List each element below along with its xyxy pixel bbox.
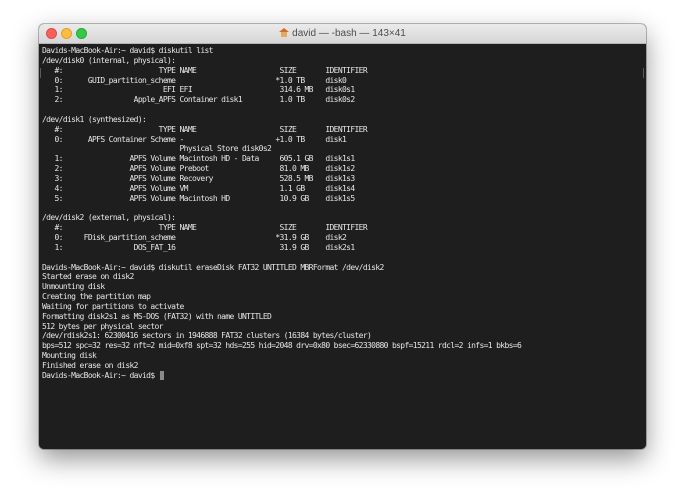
terminal-line: 0: GUID_partition_scheme *1.0 TB disk0 <box>42 75 347 85</box>
terminal-line: 0: FDisk_partition_scheme *31.9 GB disk2 <box>42 233 347 243</box>
terminal-line: 1: DOS_FAT_16 31.9 GB disk2s1 <box>42 242 355 252</box>
terminal-line: 4: APFS Volume VM 1.1 GB disk1s4 <box>42 183 355 193</box>
shell-prompt: Davids-MacBook-Air:~ david$ <box>42 370 159 380</box>
terminal-line: Davids-MacBook-Air:~ david$ diskutil era… <box>42 262 384 272</box>
house-icon <box>279 28 290 37</box>
window-title: david — -bash — 143×41 <box>292 28 406 39</box>
terminal-line: Finished erase on disk2 <box>42 361 138 370</box>
terminal-line: Physical Store disk0s2 <box>42 144 272 154</box>
terminal-line: /dev/disk0 (internal, physical): <box>42 55 176 65</box>
terminal-line: Started erase on disk2 <box>42 272 134 282</box>
command-prompt-line[interactable]: Davids-MacBook-Air:~ david$ <box>42 370 646 381</box>
terminal-line: 1: EFI EFI 314.6 MB disk0s1 <box>42 85 355 95</box>
terminal-line: 2: APFS Volume Preboot 81.0 MB disk1s2 <box>42 164 355 174</box>
terminal-line: /dev/rdisk2s1: 62300416 sectors in 19468… <box>42 331 372 341</box>
terminal-line: #: TYPE NAME SIZE IDENTIFIER <box>42 223 367 233</box>
terminal-window: david — -bash — 143×41 Davids-MacBook-Ai… <box>39 24 646 449</box>
terminal-line: Mounting disk <box>42 351 97 361</box>
text-cursor <box>159 370 164 380</box>
terminal-line: Davids-MacBook-Air:~ david$ diskutil lis… <box>42 46 213 55</box>
terminal-line: 2: Apple_APFS Container disk1 1.0 TB dis… <box>42 95 355 105</box>
terminal-line: 0: APFS Container Scheme - +1.0 TB disk1 <box>42 134 347 144</box>
terminal-line: 5: APFS Volume Macintosh HD 10.9 GB disk… <box>42 193 355 203</box>
terminal-line: 512 bytes per physical sector <box>42 321 163 331</box>
terminal-line: /dev/disk1 (synthesized): <box>42 114 147 124</box>
terminal-line: Waiting for partitions to activate <box>42 301 184 311</box>
terminal-output[interactable]: Davids-MacBook-Air:~ david$ diskutil lis… <box>39 44 646 449</box>
scroll-indicator[interactable] <box>643 68 644 78</box>
terminal-line: #: TYPE NAME SIZE IDENTIFIER <box>42 65 367 75</box>
window-title-area: david — -bash — 143×41 <box>39 24 646 43</box>
terminal-line: /dev/disk2 (external, physical): <box>42 213 176 223</box>
terminal-line: Creating the partition map <box>42 292 151 302</box>
terminal-line: #: TYPE NAME SIZE IDENTIFIER <box>42 124 367 134</box>
terminal-line: 3: APFS Volume Recovery 528.5 MB disk1s3 <box>42 173 355 183</box>
title-bar[interactable]: david — -bash — 143×41 <box>39 24 646 44</box>
terminal-line: Unmounting disk <box>42 282 105 292</box>
terminal-line: Formatting disk2s1 as MS-DOS (FAT32) wit… <box>42 311 272 321</box>
terminal-line: 1: APFS Volume Macintosh HD - Data 605.1… <box>42 154 355 164</box>
left-edge-marker <box>40 68 41 78</box>
terminal-line: bps=512 spc=32 res=32 nft=2 mid=0xf8 spt… <box>42 341 522 351</box>
